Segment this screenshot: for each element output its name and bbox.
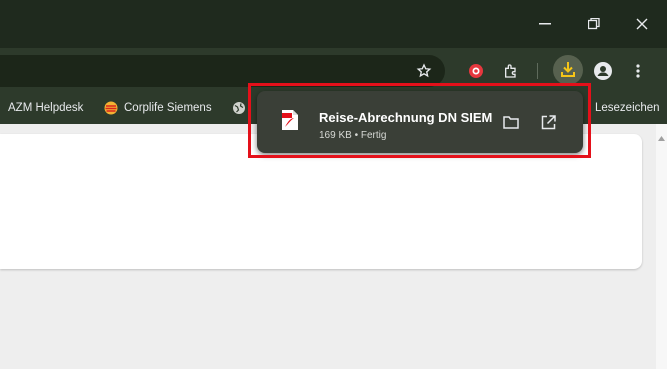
content-card [0,134,642,269]
window-titlebar [0,0,667,48]
download-button[interactable] [553,55,583,85]
toolbar-divider [537,63,538,79]
all-bookmarks-label[interactable]: Lesezeichen [595,102,660,114]
close-icon[interactable] [628,12,656,36]
more-menu-icon[interactable] [628,61,648,81]
page-content [0,124,667,369]
folder-icon[interactable] [500,111,522,133]
star-icon[interactable] [414,61,434,81]
bookmark-azm-helpdesk[interactable]: AZM Helpdesk [8,102,83,114]
pdf-file-icon [281,109,301,133]
scroll-up-arrow-icon[interactable] [658,136,665,141]
download-file-name[interactable]: Reise-Abrechnung DN SIEM [319,110,492,125]
open-external-icon[interactable] [537,111,559,133]
restore-icon[interactable] [580,12,608,36]
download-bubble: Reise-Abrechnung DN SIEM 169 KB • Fertig [257,91,583,153]
address-bar[interactable] [0,55,445,87]
extension-record-icon[interactable] [466,61,486,81]
download-icon [561,62,575,77]
bookmark-corplife-siemens[interactable]: Corplife Siemens [124,102,212,114]
download-file-meta: 169 KB • Fertig [319,130,387,141]
extensions-puzzle-icon[interactable] [501,61,521,81]
profile-icon[interactable] [593,61,613,81]
globe-icon[interactable] [232,101,246,118]
scrollbar[interactable] [656,124,667,369]
minimize-icon[interactable] [531,12,559,36]
browser-toolbar [0,48,667,94]
corplife-icon [104,101,118,118]
